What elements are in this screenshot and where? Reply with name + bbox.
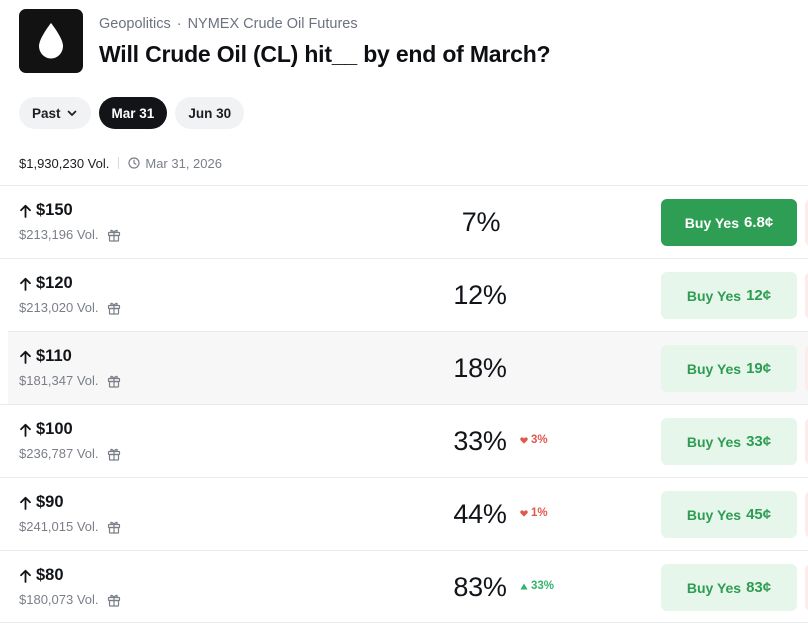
market-volume: $181,347 Vol.: [19, 373, 121, 388]
buy-yes-price: 6.8¢: [744, 214, 774, 231]
market-label: $150: [19, 201, 73, 220]
market-row[interactable]: $120 $213,020 Vol. 12% Buy Yes 12¢: [0, 258, 808, 331]
arrow-up-icon: [20, 423, 31, 437]
buy-yes-button[interactable]: Buy Yes 19¢: [661, 345, 797, 392]
market-probability: 33%: [453, 426, 507, 456]
market-row[interactable]: $80 $180,073 Vol. 83% 33% Buy Yes 83¢: [0, 550, 808, 623]
market-label: $110: [19, 347, 72, 366]
buy-yes-button[interactable]: Buy Yes 6.8¢: [661, 199, 797, 246]
buy-yes-button[interactable]: Buy Yes 83¢: [661, 564, 797, 611]
buy-yes-button[interactable]: Buy Yes 33¢: [661, 418, 797, 465]
clock-icon: [128, 157, 140, 169]
gift-icon[interactable]: [107, 593, 121, 607]
arrow-up-icon: [20, 496, 31, 510]
market-threshold: $120: [36, 274, 73, 292]
gift-icon[interactable]: [107, 447, 121, 461]
market-row[interactable]: $110 $181,347 Vol. 18% Buy Yes 19¢: [8, 331, 808, 404]
tab-mar-31[interactable]: Mar 31: [98, 97, 168, 129]
breadcrumb: Geopolitics · NYMEX Crude Oil Futures: [99, 16, 358, 32]
market-list: $150 $213,196 Vol. 7% Buy Yes 6.8¢ $120 $…: [0, 185, 808, 623]
buy-yes-label: Buy Yes: [686, 287, 742, 304]
market-row[interactable]: $90 $241,015 Vol. 44% 1% Buy Yes 45¢: [0, 477, 808, 550]
heart-down-icon: [520, 509, 528, 517]
probability-change: 33%: [520, 580, 554, 592]
probability-change-value: 33%: [531, 580, 555, 592]
end-date: Mar 31, 2026: [128, 156, 222, 171]
gift-icon[interactable]: [107, 520, 121, 534]
market-volume-label: $213,020 Vol.: [19, 300, 99, 315]
arrow-up-icon: [20, 569, 31, 583]
market-volume: $213,020 Vol.: [19, 300, 121, 315]
tab-jun-30[interactable]: Jun 30: [175, 97, 245, 129]
page-title: Will Crude Oil (CL) hit__ by end of Marc…: [99, 41, 551, 67]
date-tabs: Past Mar 31 Jun 30: [19, 97, 245, 129]
arrow-up-icon: [20, 350, 31, 364]
buy-yes-button[interactable]: Buy Yes 45¢: [661, 491, 797, 538]
buy-yes-price: 33¢: [746, 433, 772, 450]
probability-change-value: 3%: [531, 434, 548, 446]
meta-divider: [118, 157, 120, 169]
end-date-label: Mar 31, 2026: [145, 155, 222, 171]
probability-change: 3%: [520, 434, 548, 446]
breadcrumb-series[interactable]: NYMEX Crude Oil Futures: [188, 16, 358, 32]
gift-icon[interactable]: [107, 301, 121, 315]
market-threshold: $150: [36, 201, 73, 219]
market-volume-label: $241,015 Vol.: [19, 519, 99, 534]
buy-yes-price: 19¢: [746, 360, 772, 377]
market-threshold: $90: [36, 493, 64, 511]
market-probability: 44%: [453, 499, 507, 529]
market-probability: 83%: [453, 572, 507, 602]
total-volume: $1,930,230 Vol.: [19, 155, 110, 171]
market-label: $80: [19, 566, 64, 585]
triangle-up-icon: [520, 583, 528, 589]
market-volume: $236,787 Vol.: [19, 446, 121, 461]
gift-icon[interactable]: [107, 228, 121, 242]
market-label: $100: [19, 420, 73, 439]
tab-past-label: Past: [32, 105, 61, 121]
market-row[interactable]: $150 $213,196 Vol. 7% Buy Yes 6.8¢: [0, 185, 808, 258]
market-volume-label: $213,196 Vol.: [19, 227, 99, 242]
buy-yes-label: Buy Yes: [684, 214, 740, 231]
market-threshold: $100: [36, 420, 73, 438]
buy-yes-price: 83¢: [746, 579, 772, 596]
market-probability: 18%: [453, 353, 507, 383]
market-probability: 7%: [461, 207, 501, 237]
breadcrumb-category[interactable]: Geopolitics: [99, 16, 171, 32]
market-volume: $180,073 Vol.: [19, 592, 121, 607]
market-volume-label: $180,073 Vol.: [19, 592, 99, 607]
market-volume: $213,196 Vol.: [19, 227, 121, 242]
market-row[interactable]: $100 $236,787 Vol. 33% 3% Buy Yes 33¢: [0, 404, 808, 477]
probability-change-value: 1%: [531, 507, 548, 519]
probability-change: 1%: [520, 507, 548, 519]
tab-past[interactable]: Past: [19, 97, 91, 129]
arrow-up-icon: [20, 204, 31, 218]
tab-mar-31-label: Mar 31: [111, 105, 155, 121]
arrow-up-icon: [20, 277, 31, 291]
heart-down-icon: [520, 436, 528, 444]
oil-drop-icon: [19, 9, 83, 73]
tab-jun-30-label: Jun 30: [188, 105, 232, 121]
market-meta: $1,930,230 Vol. Mar 31, 2026: [19, 154, 222, 172]
buy-yes-button[interactable]: Buy Yes 12¢: [661, 272, 797, 319]
buy-yes-price: 45¢: [746, 506, 772, 523]
market-volume-label: $181,347 Vol.: [19, 373, 99, 388]
market-threshold: $80: [36, 566, 64, 584]
breadcrumb-separator: ·: [176, 16, 182, 32]
buy-yes-label: Buy Yes: [686, 360, 742, 377]
market-label: $120: [19, 274, 73, 293]
market-header: Geopolitics · NYMEX Crude Oil Futures Will…: [19, 9, 799, 73]
buy-yes-label: Buy Yes: [686, 506, 742, 523]
market-threshold: $110: [36, 347, 72, 365]
market-probability: 12%: [453, 280, 507, 310]
chevron-down-icon: [67, 110, 76, 116]
market-volume-label: $236,787 Vol.: [19, 446, 99, 461]
market-label: $90: [19, 493, 64, 512]
market-volume: $241,015 Vol.: [19, 519, 121, 534]
buy-yes-label: Buy Yes: [686, 433, 742, 450]
gift-icon[interactable]: [107, 374, 121, 388]
buy-yes-price: 12¢: [746, 287, 772, 304]
buy-yes-label: Buy Yes: [686, 579, 742, 596]
